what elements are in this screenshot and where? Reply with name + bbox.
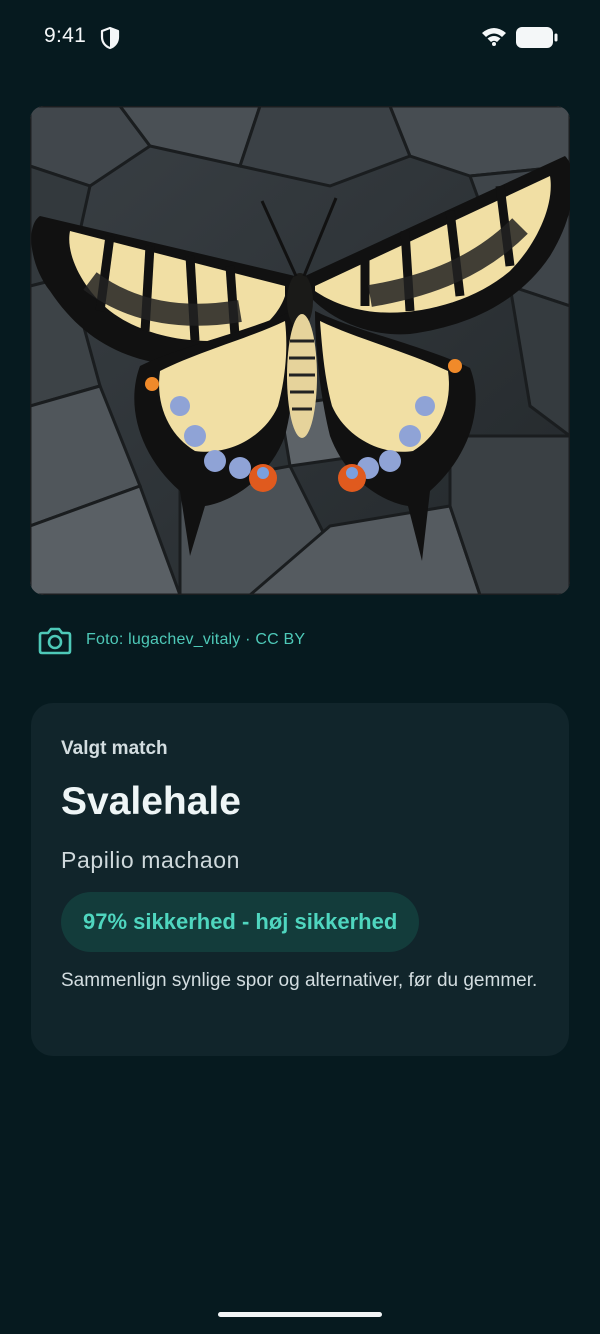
- species-photo[interactable]: [30, 106, 570, 595]
- status-bar: 9:41: [0, 0, 600, 76]
- card-label: Valgt match: [61, 738, 168, 759]
- species-common-name: Svalehale: [61, 780, 241, 823]
- card-note: Sammenlign synlige spor og alternativer,…: [61, 970, 538, 991]
- status-time: 9:41: [44, 24, 87, 47]
- camera-icon: [38, 627, 72, 655]
- match-card: Valgt match Svalehale Papilio machaon 97…: [31, 703, 569, 1056]
- photo-credit-text[interactable]: Foto: lugachev_vitaly · CC BY: [86, 631, 305, 649]
- species-scientific-name: Papilio machaon: [61, 847, 241, 873]
- butterfly-photo: [30, 106, 570, 595]
- confidence-badge: 97% sikkerhed - høj sikkerhed: [61, 892, 420, 952]
- wifi-icon: [482, 28, 506, 46]
- photo-credit: Foto: lugachev_vitaly · CC BY: [38, 624, 305, 656]
- home-indicator[interactable]: [218, 1312, 382, 1317]
- shield-icon: [100, 26, 120, 50]
- battery-icon: [516, 27, 558, 48]
